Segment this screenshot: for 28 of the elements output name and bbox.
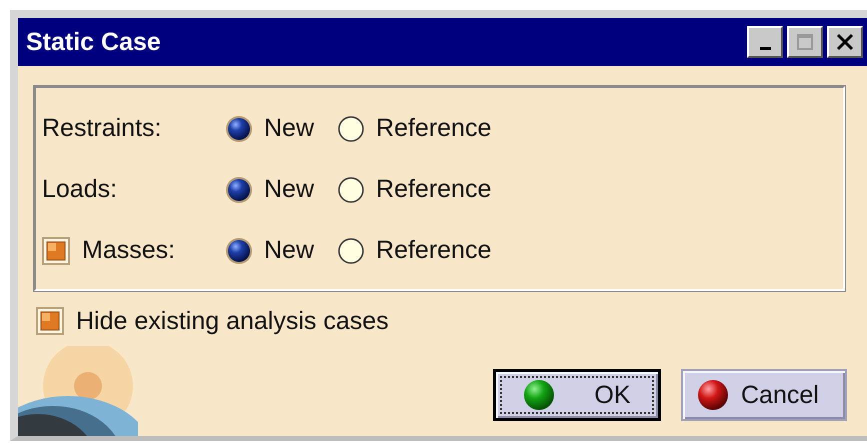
radio-button[interactable] xyxy=(336,236,366,266)
close-button[interactable] xyxy=(827,26,863,58)
minimize-icon xyxy=(760,46,770,50)
checkbox[interactable] xyxy=(42,236,70,264)
window-title: Static Case xyxy=(26,28,161,56)
ok-button[interactable]: OK xyxy=(493,369,661,421)
option-label: New xyxy=(264,114,314,143)
option-label: Reference xyxy=(376,175,492,204)
radio-button[interactable] xyxy=(336,114,366,144)
radio-button[interactable] xyxy=(224,236,254,266)
option-label: New xyxy=(264,175,314,204)
option-label: Reference xyxy=(376,236,492,265)
row-label: Masses: xyxy=(82,236,176,265)
option-label: Reference xyxy=(376,114,492,143)
ball-icon xyxy=(697,379,729,411)
row-label: Loads: xyxy=(42,175,118,204)
radio-button[interactable] xyxy=(336,174,366,204)
cancel-button[interactable]: Cancel xyxy=(681,369,847,421)
checkbox-label: Hide existing analysis cases xyxy=(76,306,389,336)
close-icon xyxy=(836,33,854,51)
row-label: Restraints: xyxy=(42,114,162,143)
option-label: New xyxy=(264,236,314,265)
radio-button[interactable] xyxy=(224,114,254,144)
minimize-button[interactable] xyxy=(747,26,783,58)
maximize-icon xyxy=(796,33,814,51)
checkbox[interactable] xyxy=(36,307,64,335)
ball-icon xyxy=(523,379,556,411)
radio-button[interactable] xyxy=(224,174,254,204)
